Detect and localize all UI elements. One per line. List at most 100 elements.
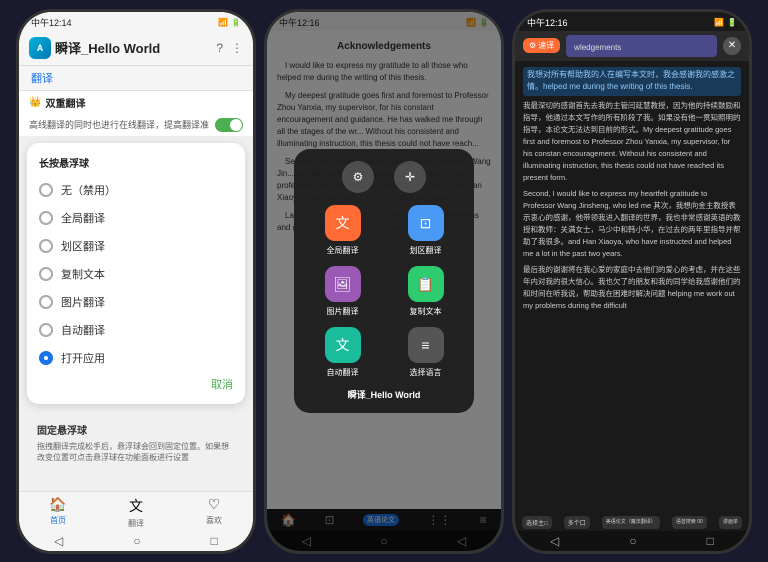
phone1-signal: 📶 (218, 18, 228, 27)
toggle-switch[interactable] (215, 118, 243, 132)
phone1-battery: 🔋 (231, 18, 241, 27)
tool-btn-4[interactable]: 漫画单 (719, 516, 742, 529)
nav-label-like: 喜欢 (206, 515, 222, 526)
menu-item-6[interactable]: 打开应用 (27, 344, 245, 372)
float-grid-copy[interactable]: 📋 复制文本 (389, 266, 462, 317)
phone2-screen: 中午12:16 📶 🔋 Acknowledgements I would lik… (267, 12, 501, 551)
radio-2[interactable] (39, 239, 53, 253)
nav-item-translate[interactable]: 文 翻译 (97, 496, 175, 529)
menu-label-5: 自动翻译 (61, 322, 105, 338)
fixed-ball-section: 固定悬浮球 拖拽翻译完成松手后，悬浮球会回到固定位置。如果想改变位置可点击悬浮球… (27, 416, 245, 469)
phone1-header: A 瞬译_Hello World ? ⋮ (19, 31, 253, 66)
more-icon[interactable]: ⋮ (231, 41, 243, 55)
phone1-system-nav: ◁ ○ □ (19, 531, 253, 551)
float-grid-auto[interactable]: 文 自动翻译 (306, 327, 379, 378)
sys-back-icon[interactable]: ◁ (54, 534, 63, 548)
menu-label-3: 复制文本 (61, 266, 105, 282)
menu-item-5[interactable]: 自动翻译 (27, 316, 245, 344)
phone1-time: 中午12:14 (31, 16, 72, 29)
fixed-ball-desc: 拖拽翻译完成松手后，悬浮球会回到固定位置。如果想改变位置可点击悬浮球在功能面板进… (37, 441, 235, 463)
float-grid-translate-all[interactable]: 文 全局翻译 (306, 205, 379, 256)
crown-icon: 👑 (29, 97, 41, 108)
phone3-toolbar: 选择主□ 多个口 美语论文（魔法翻译） 语音搜索 00 漫画单 (515, 514, 749, 531)
help-icon[interactable]: ? (216, 41, 223, 55)
float-grid: 文 全局翻译 ⊡ 划区翻译 🖼 图片翻译 📋 (306, 205, 462, 378)
float-overlay: ⚙ ✛ 文 全局翻译 ⊡ 划区翻译 🖼 (267, 12, 501, 551)
phone3-chinese-text: 我想对所有帮助我的人在编写本文时，我会感谢我的感激之情。helped me du… (515, 61, 749, 514)
cancel-button[interactable]: 取消 (27, 372, 245, 396)
menu-label-4: 图片翻译 (61, 294, 105, 310)
add-float-icon[interactable]: ✛ (394, 161, 426, 193)
phones-container: 中午12:14 📶 🔋 A 瞬译_Hello World ? ⋮ (12, 0, 756, 562)
phone1-screen: 中午12:14 📶 🔋 A 瞬译_Hello World ? ⋮ (19, 12, 253, 551)
auto-translate-label: 自动翻译 (327, 367, 359, 378)
copy-text-label: 复制文本 (410, 306, 442, 317)
cn-para-1: 我最深切的感谢首先去我的主管闫延慧教授，因为他的持续鼓励和指导，他通过本文写作的… (523, 100, 741, 184)
area-translate-label: 划区翻译 (410, 245, 442, 256)
p3-settings-button[interactable]: ⚙ 速译 (523, 38, 560, 53)
cn-para-2: Second, I would like to express my heart… (523, 188, 741, 260)
float-grid-area[interactable]: ⊡ 划区翻译 (389, 205, 462, 256)
phone3-signal: 📶 (714, 18, 724, 27)
radio-6[interactable] (39, 351, 53, 365)
phone3-battery: 🔋 (727, 18, 737, 27)
tool-btn-1[interactable]: 多个口 (564, 516, 590, 529)
phone-3: 中午12:16 📶 🔋 ⚙ 速译 wledgements ✕ (512, 9, 752, 554)
auto-translate-icon: 文 (325, 327, 361, 363)
toggle-row: 高线翻译的同时也进行在线翻译，提高翻译准 (19, 114, 253, 137)
phone3-time: 中午12:16 (527, 16, 568, 29)
menu-label-1: 全局翻译 (61, 210, 105, 226)
image-translate-icon: 🖼 (325, 266, 361, 302)
translate-all-icon: 文 (325, 205, 361, 241)
radio-4[interactable] (39, 295, 53, 309)
menu-item-4[interactable]: 图片翻译 (27, 288, 245, 316)
menu-item-1[interactable]: 全局翻译 (27, 204, 245, 232)
radio-5[interactable] (39, 323, 53, 337)
app-title: 瞬译_Hello World (55, 38, 160, 57)
p3-settings-label: 速译 (538, 40, 554, 51)
tool-btn-0[interactable]: 选择主□ (522, 516, 552, 529)
app-icon: A (29, 37, 51, 59)
dual-translate-row: 👑 双重翻译 (19, 91, 253, 114)
sys-home-icon[interactable]: ○ (133, 534, 140, 548)
translate-label[interactable]: 翻译 (31, 70, 53, 86)
menu-label-0: 无（禁用） (61, 182, 116, 198)
p3-title-highlight: wledgements (574, 43, 621, 52)
menu-label-6: 打开应用 (61, 350, 105, 366)
radio-0[interactable] (39, 183, 53, 197)
sys-recent-icon[interactable]: □ (211, 534, 218, 548)
phone3-status-icons: 📶 🔋 (714, 18, 737, 27)
p3-close-button[interactable]: ✕ (723, 37, 741, 55)
dual-translate-label: 双重翻译 (45, 95, 85, 110)
nav-item-like[interactable]: ♡ 喜欢 (175, 496, 253, 529)
p3-sys-back[interactable]: ◁ (550, 534, 559, 548)
tool-btn-3[interactable]: 语音搜索 00 (672, 516, 707, 529)
menu-item-0[interactable]: 无（禁用） (27, 176, 245, 204)
nav-label-home: 首页 (50, 515, 66, 526)
select-lang-icon: ≡ (408, 327, 444, 363)
phone3-system-nav: ◁ ○ □ (515, 531, 749, 551)
float-top-icons: ⚙ ✛ (306, 161, 462, 193)
p3-settings-icon: ⚙ (529, 41, 536, 50)
p3-sys-home[interactable]: ○ (629, 534, 636, 548)
floating-menu-title: 长按悬浮球 (27, 151, 245, 176)
menu-item-3[interactable]: 复制文本 (27, 260, 245, 288)
p3-sys-recent[interactable]: □ (707, 534, 714, 548)
float-app-title: 瞬译_Hello World (306, 388, 462, 401)
phone3-screen: 中午12:16 📶 🔋 ⚙ 速译 wledgements ✕ (515, 12, 749, 551)
menu-label-2: 划区翻译 (61, 238, 105, 254)
select-lang-label: 选择语言 (410, 367, 442, 378)
tool-btn-2[interactable]: 美语论文（魔法翻译） (602, 516, 660, 529)
image-translate-label: 图片翻译 (327, 306, 359, 317)
float-grid-image[interactable]: 🖼 图片翻译 (306, 266, 379, 317)
radio-1[interactable] (39, 211, 53, 225)
float-grid-lang[interactable]: ≡ 选择语言 (389, 327, 462, 378)
float-menu-grid: ⚙ ✛ 文 全局翻译 ⊡ 划区翻译 🖼 (294, 149, 474, 413)
menu-item-2[interactable]: 划区翻译 (27, 232, 245, 260)
nav-item-home[interactable]: 🏠 首页 (19, 496, 97, 529)
cn-para-0: 我想对所有帮助我的人在编写本文时，我会感谢我的感激之情。helped me du… (523, 67, 741, 97)
fixed-ball-title: 固定悬浮球 (37, 422, 235, 437)
settings-float-icon[interactable]: ⚙ (342, 161, 374, 193)
radio-3[interactable] (39, 267, 53, 281)
translate-all-label: 全局翻译 (327, 245, 359, 256)
